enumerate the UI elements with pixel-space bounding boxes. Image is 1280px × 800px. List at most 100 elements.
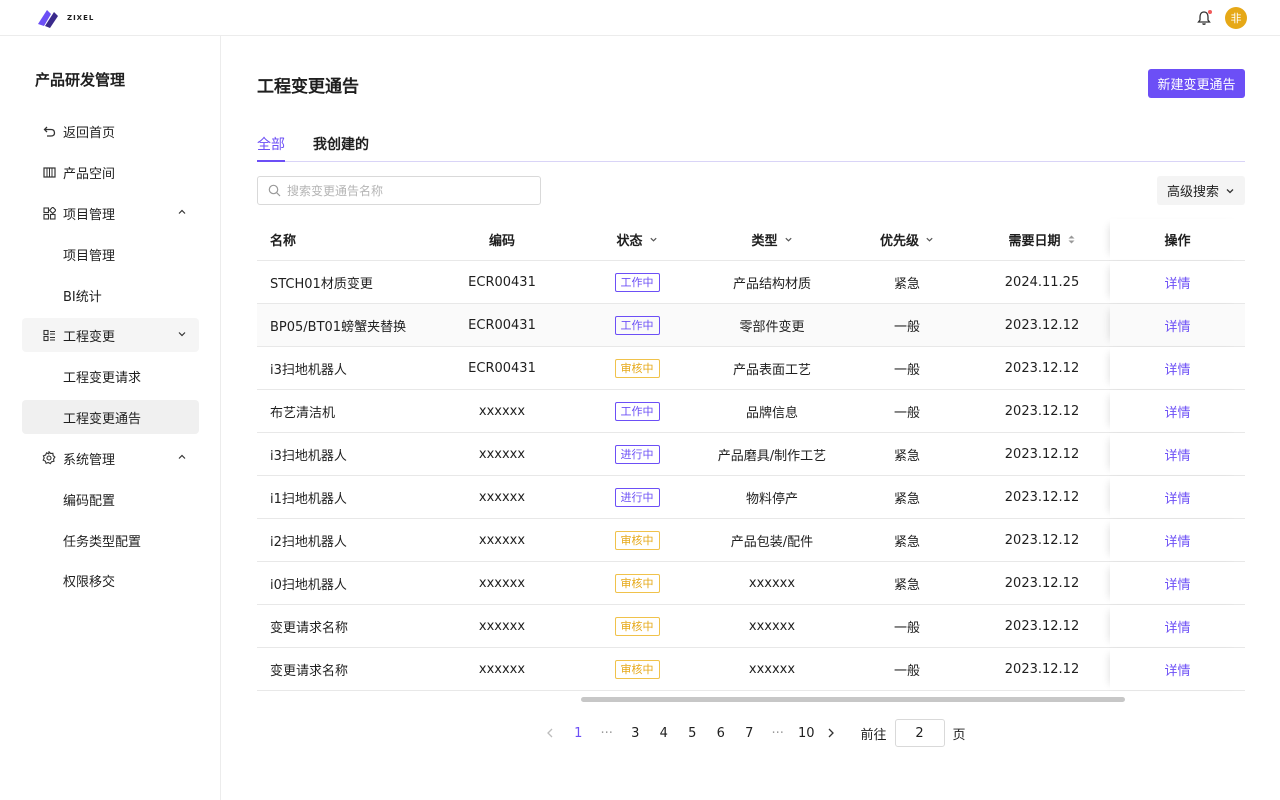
goto-unit: 页 [952, 727, 966, 743]
table-row[interactable]: i3扫地机器人 xxxxxx 进行中 产品磨具/制作工艺 紧急 2023.12.12 详情 [257, 433, 1245, 476]
sidebar-item-home[interactable]: 返回首页 [22, 114, 199, 148]
sidebar-group-engineering-change[interactable]: 工程变更 [22, 318, 199, 352]
detail-link[interactable]: 详情 [1164, 617, 1190, 636]
page-number[interactable]: 1 [564, 726, 593, 741]
tab-all[interactable]: 全部 [257, 134, 285, 162]
cell-code: xxxxxx [478, 489, 526, 505]
sidebar-item-change-notice[interactable]: 工程变更通告 [22, 400, 199, 434]
cell-priority: 紧急 [893, 276, 920, 292]
cell-action: 详情 [1110, 519, 1245, 561]
sidebar-item-permission-transfer[interactable]: 权限移交 [22, 563, 199, 597]
cell-date: 2024.11.25 [1004, 274, 1080, 290]
column-header-label: 需要日期 [1008, 234, 1061, 249]
back-arrow-icon [42, 124, 56, 138]
avatar[interactable]: 非 [1225, 7, 1247, 29]
cell-status: 审核中 [587, 519, 687, 561]
chevron-right-icon[interactable] [821, 727, 841, 739]
cell-status: 审核中 [587, 605, 687, 647]
status-badge: 审核中 [614, 616, 660, 636]
sidebar-item-change-request[interactable]: 工程变更请求 [22, 359, 199, 393]
column-header-status[interactable]: 状态 [587, 219, 687, 260]
cell-action: 详情 [1110, 304, 1245, 346]
cell-priority: 一般 [893, 405, 920, 421]
cell-action: 详情 [1110, 476, 1245, 518]
sidebar-item-project-management[interactable]: 项目管理 [22, 237, 199, 271]
column-header-date[interactable]: 需要日期 [982, 219, 1102, 260]
cell-name: i0扫地机器人 [270, 577, 347, 593]
page-number[interactable]: 10 [792, 726, 821, 741]
page-number[interactable]: 6 [707, 726, 736, 741]
detail-link[interactable]: 详情 [1164, 531, 1190, 550]
page-title: 工程变更通告 [257, 77, 359, 97]
sidebar-item-label: 权限移交 [63, 574, 116, 590]
table-row[interactable]: 变更请求名称 xxxxxx 审核中 xxxxxx 一般 2023.12.12 详情 [257, 605, 1245, 648]
cell-priority: 紧急 [893, 491, 920, 507]
page-number[interactable]: 3 [621, 726, 650, 741]
chevron-down-icon [784, 237, 792, 242]
cell-status: 工作中 [587, 261, 687, 303]
page-ellipsis[interactable]: ··· [593, 726, 622, 741]
gear-icon [42, 451, 56, 465]
detail-link[interactable]: 详情 [1164, 273, 1190, 292]
column-header-name: 名称 [270, 234, 297, 249]
page-number[interactable]: 5 [678, 726, 707, 741]
tab-created-by-me[interactable]: 我创建的 [313, 134, 369, 162]
cell-action: 详情 [1110, 562, 1245, 604]
sidebar-item-task-type-config[interactable]: 任务类型配置 [22, 523, 199, 557]
cell-code: xxxxxx [478, 618, 526, 634]
sidebar-item-bi[interactable]: BI统计 [22, 278, 199, 312]
status-badge: 进行中 [614, 444, 660, 464]
detail-link[interactable]: 详情 [1164, 316, 1190, 335]
detail-link[interactable]: 详情 [1164, 574, 1190, 593]
cell-priority: 一般 [893, 620, 920, 636]
sidebar-group-project[interactable]: 项目管理 [22, 196, 199, 230]
cell-status: 审核中 [587, 562, 687, 604]
detail-link[interactable]: 详情 [1164, 660, 1190, 679]
page-number[interactable]: 7 [735, 726, 764, 741]
chevron-down-icon [178, 332, 186, 337]
cell-date: 2023.12.12 [1004, 618, 1080, 634]
cell-code: xxxxxx [478, 661, 526, 677]
sidebar-group-system[interactable]: 系统管理 [22, 441, 199, 475]
page-number[interactable]: 4 [650, 726, 679, 741]
cell-code: xxxxxx [478, 532, 526, 548]
detail-link[interactable]: 详情 [1164, 402, 1190, 421]
goto-page-input[interactable] [894, 719, 945, 747]
sidebar-item-code-config[interactable]: 编码配置 [22, 482, 199, 516]
column-header-priority[interactable]: 优先级 [857, 219, 957, 260]
table-row[interactable]: i0扫地机器人 xxxxxx 审核中 xxxxxx 紧急 2023.12.12 详情 [257, 562, 1245, 605]
sidebar-item-label: 工程变更通告 [63, 411, 142, 427]
column-header-type[interactable]: 类型 [697, 219, 847, 260]
new-change-notice-button[interactable]: 新建变更通告 [1148, 69, 1245, 98]
status-badge: 工作中 [614, 272, 660, 292]
sidebar-item-label: 返回首页 [63, 125, 116, 141]
search-icon [268, 184, 281, 197]
cell-name: 布艺清洁机 [270, 405, 336, 421]
logo[interactable]: ZIXEL [35, 5, 94, 31]
cell-type: xxxxxx [748, 618, 796, 634]
cell-name: STCH01材质变更 [270, 276, 373, 292]
cell-date: 2023.12.12 [1004, 403, 1080, 419]
cell-type: xxxxxx [748, 661, 796, 677]
top-bar: ZIXEL 非 [0, 0, 1280, 36]
advanced-search-button[interactable]: 高级搜索 [1157, 176, 1245, 205]
sidebar-item-label: 项目管理 [63, 207, 116, 223]
horizontal-scrollbar[interactable] [581, 697, 1125, 702]
table-row[interactable]: i2扫地机器人 xxxxxx 审核中 产品包装/配件 紧急 2023.12.12 详情 [257, 519, 1245, 562]
table-row[interactable]: i3扫地机器人 ECR00431 审核中 产品表面工艺 一般 2023.12.12 详情 [257, 347, 1245, 390]
page-ellipsis[interactable]: ··· [764, 726, 793, 741]
table-row[interactable]: i1扫地机器人 xxxxxx 进行中 物料停产 紧急 2023.12.12 详情 [257, 476, 1245, 519]
cell-status: 工作中 [587, 390, 687, 432]
table-row[interactable]: 变更请求名称 xxxxxx 审核中 xxxxxx 一般 2023.12.12 详情 [257, 648, 1245, 691]
detail-link[interactable]: 详情 [1164, 359, 1190, 378]
table-row[interactable]: BP05/BT01螃蟹夹替换 ECR00431 工作中 零部件变更 一般 2023.12.… [257, 304, 1245, 347]
table-row[interactable]: 布艺清洁机 xxxxxx 工作中 品牌信息 一般 2023.12.12 详情 [257, 390, 1245, 433]
detail-link[interactable]: 详情 [1164, 488, 1190, 507]
chevron-left-icon[interactable] [540, 727, 560, 739]
detail-link[interactable]: 详情 [1164, 445, 1190, 464]
search-input[interactable] [287, 183, 527, 198]
sidebar-item-product-space[interactable]: 产品空间 [22, 155, 199, 189]
status-badge: 审核中 [614, 530, 660, 550]
cell-date: 2023.12.12 [1004, 317, 1080, 333]
table-row[interactable]: STCH01材质变更 ECR00431 工作中 产品结构材质 紧急 2024.11.25 详… [257, 261, 1245, 304]
